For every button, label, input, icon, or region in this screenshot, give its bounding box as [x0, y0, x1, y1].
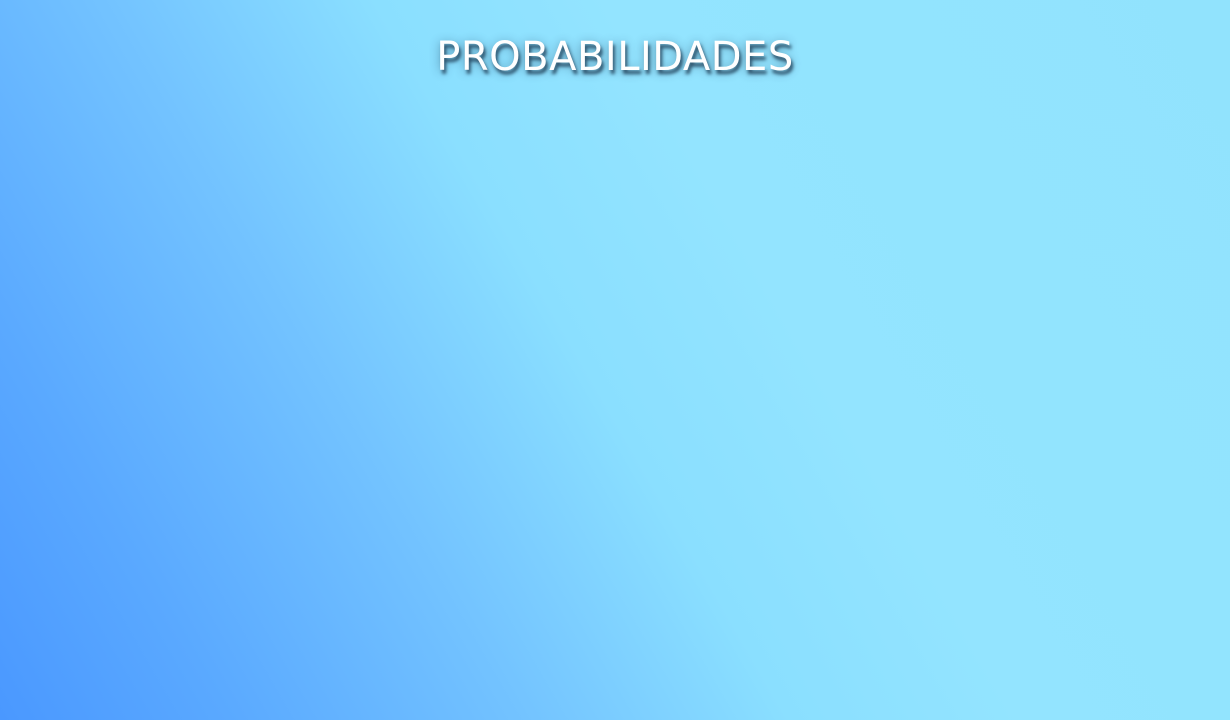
slide-canvas: PROBABILIDADES [0, 0, 1230, 720]
slide-title: PROBABILIDADES [436, 34, 794, 80]
